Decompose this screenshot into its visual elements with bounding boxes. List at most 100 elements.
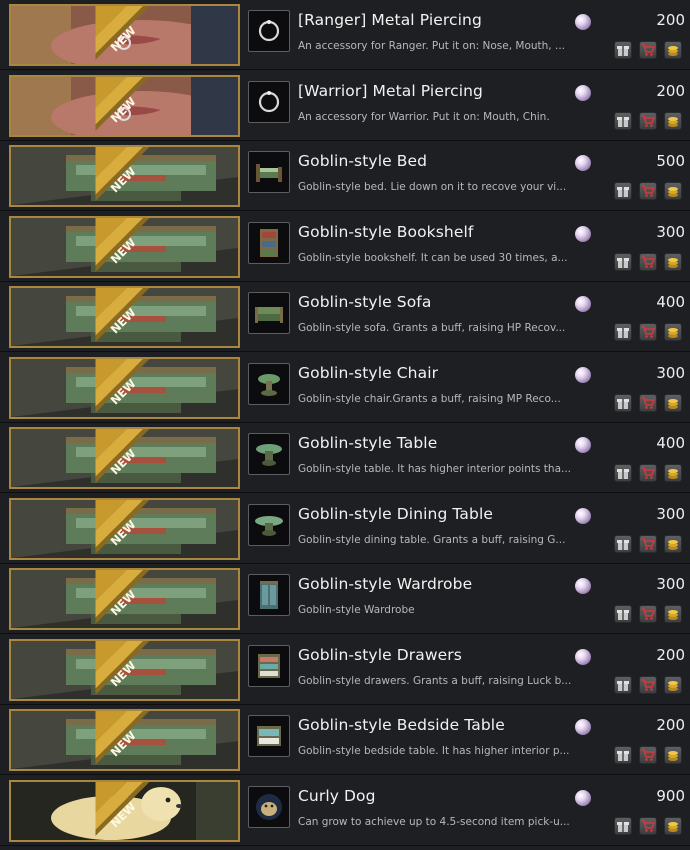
shop-item-row[interactable]: NEW Goblin-style Chair Goblin-style chai… xyxy=(0,353,690,423)
new-badge: NEW xyxy=(95,499,150,554)
shop-item-row[interactable]: NEW Goblin-style Sofa Goblin-style sofa.… xyxy=(0,282,690,352)
item-banner-image[interactable]: NEW xyxy=(9,286,240,348)
buy-button[interactable] xyxy=(664,675,682,694)
add-to-cart-button[interactable] xyxy=(639,252,657,271)
item-thumbnail[interactable] xyxy=(248,292,290,334)
buy-button[interactable] xyxy=(664,323,682,341)
item-price: 400 xyxy=(656,293,685,311)
coin-stack-icon xyxy=(668,469,678,479)
item-price: 500 xyxy=(656,152,685,170)
item-banner-image[interactable]: NEW xyxy=(9,215,240,278)
gift-button[interactable] xyxy=(614,534,632,553)
buy-button[interactable] xyxy=(664,534,682,553)
chair-icon xyxy=(258,373,280,396)
item-thumbnail[interactable] xyxy=(248,785,290,828)
shop-item-row[interactable]: NEW [Ranger] Metal Piercing An accessory… xyxy=(0,0,690,70)
item-banner-image[interactable]: NEW xyxy=(9,356,240,419)
item-price: 300 xyxy=(656,222,685,241)
coin-stack-icon xyxy=(668,680,678,691)
shop-item-row[interactable]: NEW [Warrior] Metal Piercing An accessor… xyxy=(0,71,690,141)
buy-button[interactable] xyxy=(664,464,682,482)
item-thumbnail[interactable] xyxy=(248,574,290,616)
coin-stack-icon xyxy=(668,398,678,409)
gift-button[interactable] xyxy=(614,252,632,271)
new-badge: NEW xyxy=(95,6,150,60)
gift-button[interactable] xyxy=(614,393,632,412)
item-thumbnail[interactable] xyxy=(248,221,290,264)
gift-button[interactable] xyxy=(614,111,632,130)
item-banner-image[interactable]: NEW xyxy=(9,568,240,630)
item-thumbnail[interactable] xyxy=(248,151,290,193)
item-description: Goblin-style dining table. Grants a buff… xyxy=(298,533,566,546)
item-banner-image[interactable]: NEW xyxy=(9,779,240,842)
item-name: Goblin-style Wardrobe xyxy=(298,575,473,593)
item-banner-image[interactable]: NEW xyxy=(9,4,240,66)
add-to-cart-button[interactable] xyxy=(639,675,657,694)
new-badge: NEW xyxy=(95,76,150,131)
gift-button[interactable] xyxy=(614,746,632,764)
cart-icon xyxy=(642,396,655,409)
buy-button[interactable] xyxy=(664,182,682,200)
add-to-cart-button[interactable] xyxy=(639,464,657,482)
cart-icon xyxy=(642,467,655,479)
add-to-cart-button[interactable] xyxy=(639,111,657,130)
add-to-cart-button[interactable] xyxy=(639,393,657,412)
shop-item-row[interactable]: NEW Curly Dog Can grow to achieve up to … xyxy=(0,776,690,846)
shop-item-row[interactable]: NEW Goblin-style Bed Goblin-style bed. L… xyxy=(0,141,690,211)
item-price: 300 xyxy=(656,504,685,523)
add-to-cart-button[interactable] xyxy=(639,182,657,200)
coin-stack-icon xyxy=(668,539,678,550)
shop-item-row[interactable]: NEW Goblin-style Drawers Goblin-style dr… xyxy=(0,635,690,705)
buy-button[interactable] xyxy=(664,41,682,59)
item-name: Goblin-style Table xyxy=(298,434,438,452)
item-price: 200 xyxy=(656,11,685,29)
add-to-cart-button[interactable] xyxy=(639,41,657,59)
cart-icon xyxy=(642,44,655,56)
buy-button[interactable] xyxy=(664,111,682,130)
pearl-icon xyxy=(575,648,591,665)
gift-button[interactable] xyxy=(614,464,632,482)
buy-button[interactable] xyxy=(664,605,682,623)
gift-button[interactable] xyxy=(614,182,632,200)
item-thumbnail[interactable] xyxy=(248,644,290,687)
shop-item-row[interactable]: NEW Goblin-style Bedside Table Goblin-st… xyxy=(0,705,690,775)
gift-button[interactable] xyxy=(614,816,632,835)
sofa-icon xyxy=(255,307,283,323)
gift-button[interactable] xyxy=(614,41,632,59)
gift-icon xyxy=(617,328,629,338)
shop-item-row[interactable]: NEW Goblin-style Bookshelf Goblin-style … xyxy=(0,212,690,282)
add-to-cart-button[interactable] xyxy=(639,605,657,623)
add-to-cart-button[interactable] xyxy=(639,323,657,341)
item-thumbnail[interactable] xyxy=(248,10,290,52)
coin-stack-icon xyxy=(668,46,678,56)
shop-item-row[interactable]: NEW Goblin-style Wardrobe Goblin-style W… xyxy=(0,564,690,634)
add-to-cart-button[interactable] xyxy=(639,746,657,764)
item-banner-image[interactable]: NEW xyxy=(9,497,240,560)
pearl-icon xyxy=(575,507,591,524)
item-thumbnail[interactable] xyxy=(248,80,290,123)
item-thumbnail[interactable] xyxy=(248,715,290,757)
item-thumbnail[interactable] xyxy=(248,503,290,546)
buy-button[interactable] xyxy=(664,816,682,835)
item-thumbnail[interactable] xyxy=(248,433,290,475)
cart-icon xyxy=(642,255,655,268)
buy-button[interactable] xyxy=(664,252,682,271)
gift-button[interactable] xyxy=(614,675,632,694)
item-banner-image[interactable]: NEW xyxy=(9,709,240,771)
gift-button[interactable] xyxy=(614,605,632,623)
item-banner-image[interactable]: NEW xyxy=(9,638,240,701)
new-badge: NEW xyxy=(95,288,150,342)
item-banner-image[interactable]: NEW xyxy=(9,145,240,207)
item-banner-image[interactable]: NEW xyxy=(9,74,240,137)
gift-icon xyxy=(617,116,629,127)
add-to-cart-button[interactable] xyxy=(639,816,657,835)
item-description: Can grow to achieve up to 4.5-second ite… xyxy=(298,815,570,828)
shop-item-row[interactable]: NEW Goblin-style Dining Table Goblin-sty… xyxy=(0,494,690,564)
item-banner-image[interactable]: NEW xyxy=(9,427,240,489)
buy-button[interactable] xyxy=(664,393,682,412)
gift-button[interactable] xyxy=(614,323,632,341)
add-to-cart-button[interactable] xyxy=(639,534,657,553)
item-thumbnail[interactable] xyxy=(248,362,290,405)
buy-button[interactable] xyxy=(664,746,682,764)
shop-item-row[interactable]: NEW Goblin-style Table Goblin-style tabl… xyxy=(0,423,690,493)
